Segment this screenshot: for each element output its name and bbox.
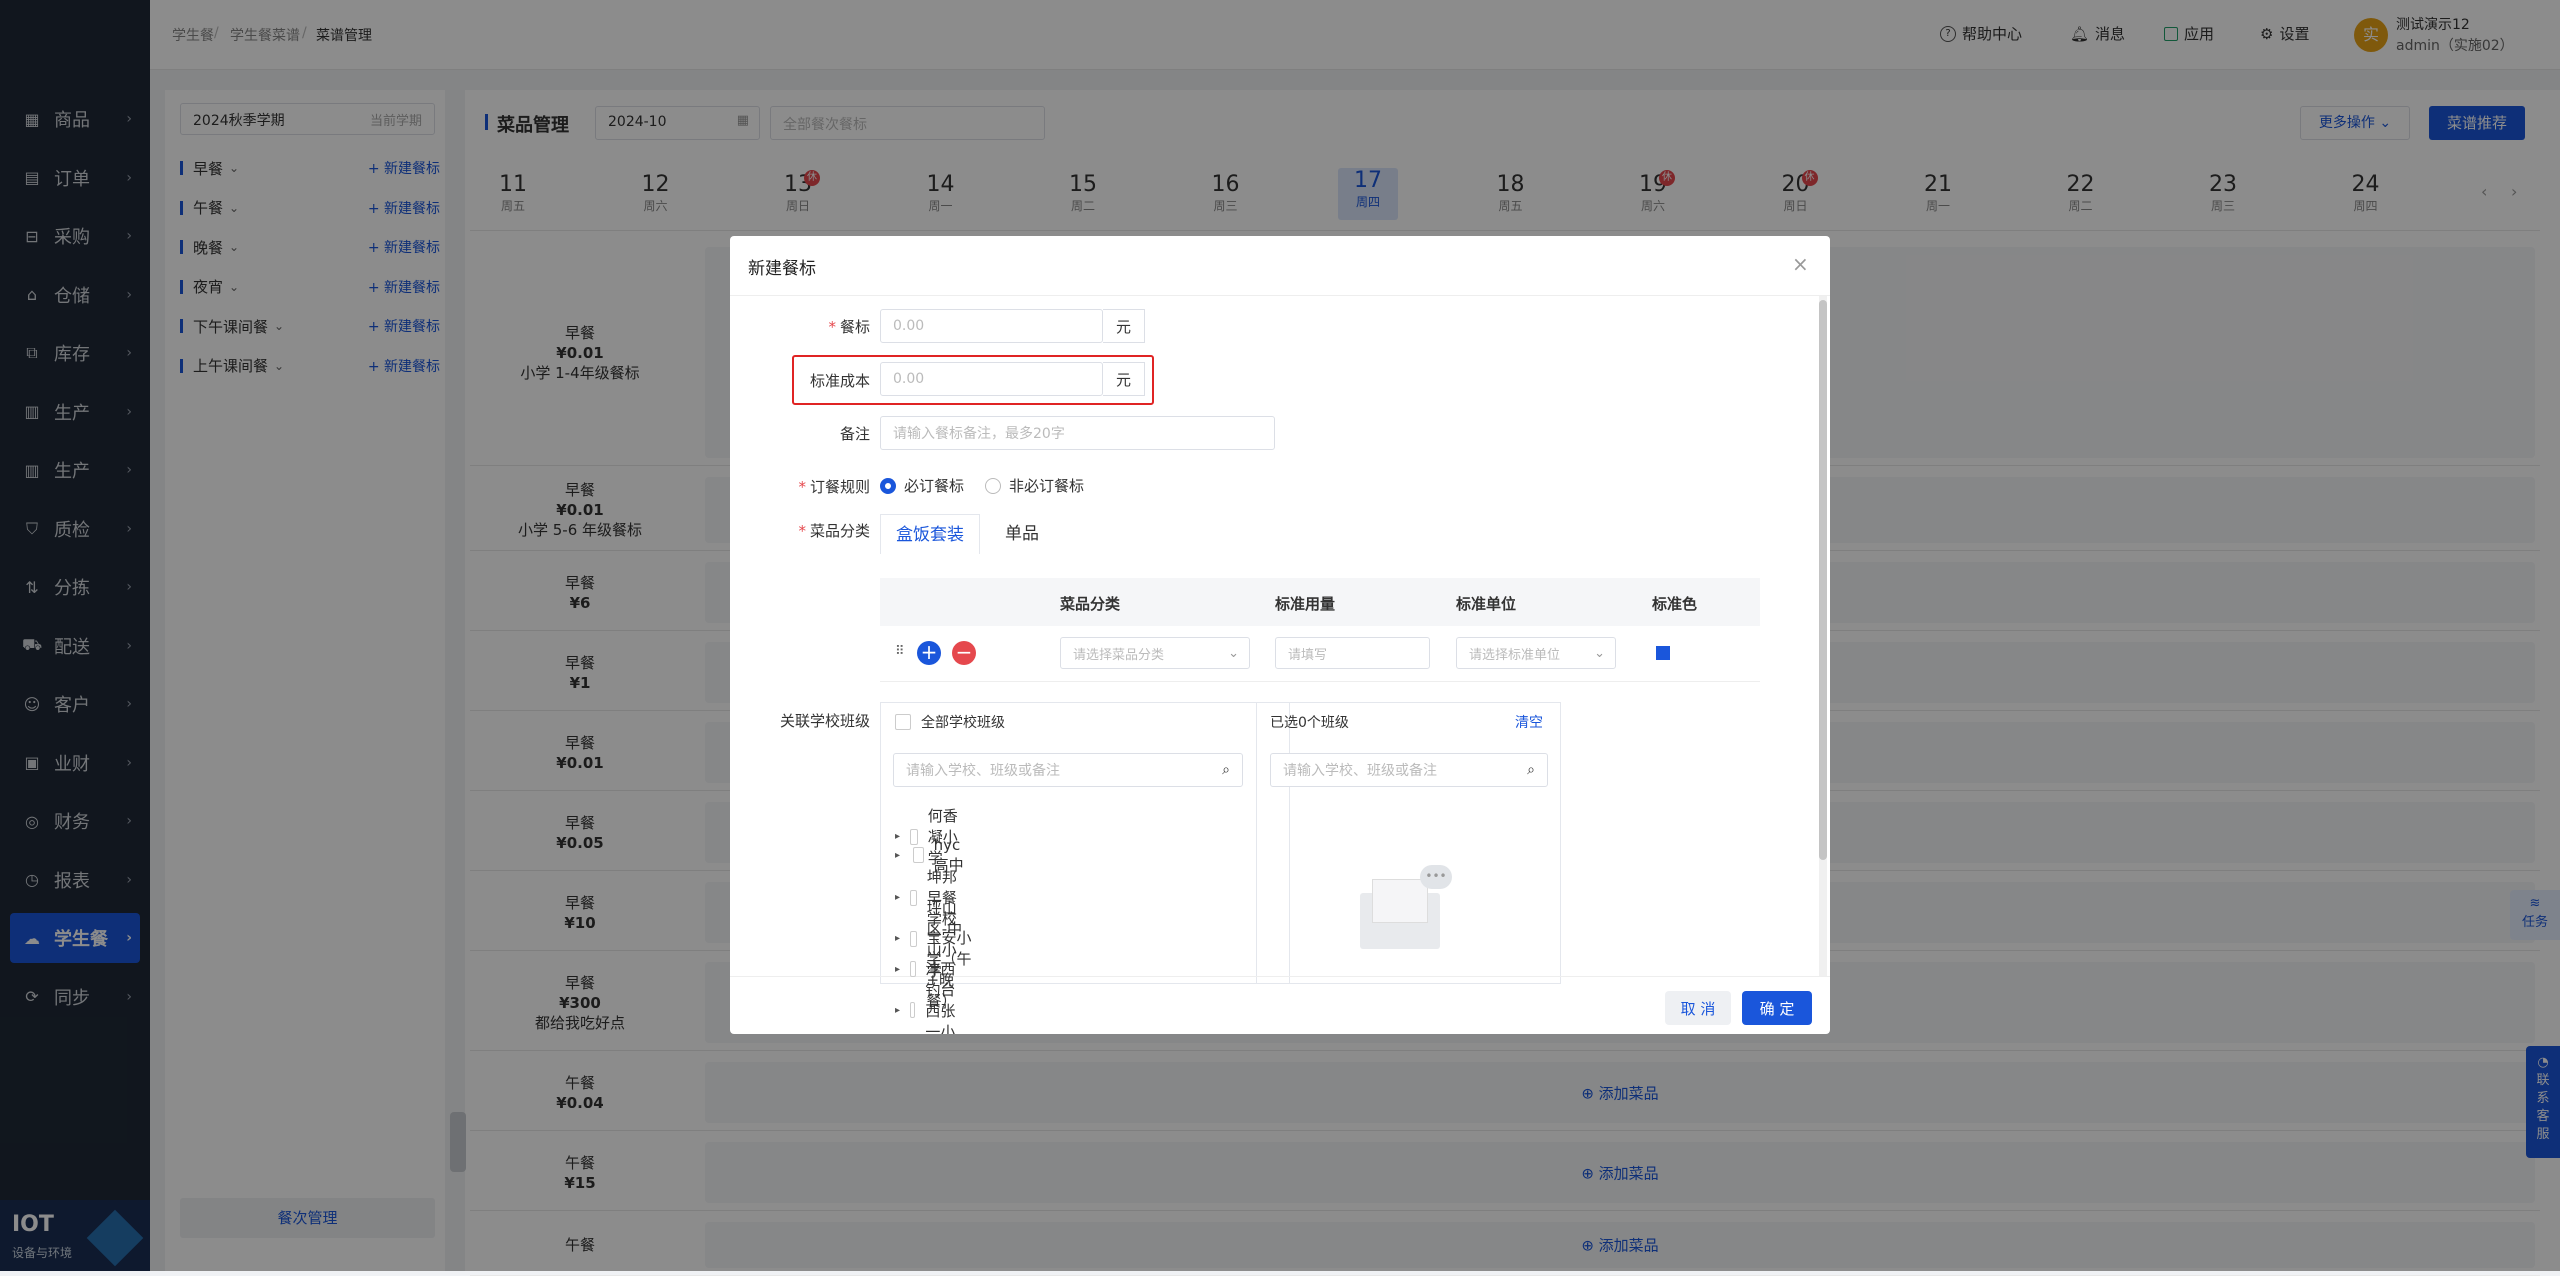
dish-category-label: * 菜品分类: [798, 522, 870, 540]
dialog-scrollbar-thumb[interactable]: [1819, 300, 1827, 860]
amount-input[interactable]: 请填写: [1275, 637, 1430, 669]
expand-caret-icon[interactable]: ▸: [895, 850, 903, 861]
cancel-button[interactable]: 取 消: [1665, 991, 1731, 1025]
drag-handle-icon[interactable]: ⠿: [895, 644, 905, 659]
price-unit: 元: [1103, 309, 1145, 343]
schools-label: 关联学校班级: [779, 712, 870, 730]
remove-row-button[interactable]: −: [952, 641, 976, 665]
row-divider: [880, 681, 1760, 682]
unit-select[interactable]: 请选择标准单位 ⌄: [1456, 637, 1616, 669]
school-name: 沣西钓台西张一小学: [925, 959, 956, 1035]
radio-checked-icon: [880, 477, 896, 494]
standard-cost-input[interactable]: 0.00: [880, 362, 1103, 396]
price-input[interactable]: 0.00: [880, 309, 1103, 343]
new-meal-standard-dialog: 新建餐标 × * 餐标 0.00 元 标准成本 0.00 元 备注 请输入餐标备注…: [730, 236, 1830, 1034]
standard-color-swatch[interactable]: [1656, 646, 1670, 660]
chevron-down-icon: ⌄: [1594, 645, 1605, 661]
col-unit: 标准单位: [1456, 595, 1517, 613]
note-label: 备注: [839, 425, 870, 443]
search-icon: ⌕: [1222, 762, 1230, 778]
cost-unit: 元: [1103, 362, 1145, 396]
col-amount: 标准用量: [1275, 595, 1336, 613]
school-checkbox[interactable]: [910, 1002, 916, 1018]
radio-unchecked-icon: [985, 477, 1001, 494]
standard-cost-label: 标准成本: [809, 372, 870, 390]
left-search-input[interactable]: 请输入学校、班级或备注 ⌕: [893, 753, 1243, 787]
tab-box-set[interactable]: 盒饭套装: [880, 514, 980, 554]
school-checkbox[interactable]: [912, 847, 924, 863]
search-icon: ⌕: [1527, 762, 1535, 778]
col-category: 菜品分类: [1060, 595, 1121, 613]
dialog-title: 新建餐标: [748, 259, 816, 279]
all-classes-checkbox[interactable]: 全部学校班级: [895, 712, 1005, 732]
expand-caret-icon[interactable]: ▸: [895, 1005, 900, 1016]
price-label: * 餐标: [828, 318, 870, 336]
school-tree-item[interactable]: ▸ 沣西钓台西张一小学: [895, 958, 958, 1035]
rule-required-radio[interactable]: 必订餐标: [880, 475, 964, 496]
add-row-button[interactable]: +: [917, 641, 941, 665]
chevron-down-icon: ⌄: [1228, 645, 1239, 661]
tab-single[interactable]: 单品: [982, 514, 1062, 554]
empty-state-icon: •••: [1360, 865, 1452, 951]
rule-optional-radio[interactable]: 非必订餐标: [985, 475, 1084, 496]
note-input[interactable]: 请输入餐标备注，最多20字: [880, 416, 1275, 450]
right-search-input[interactable]: 请输入学校、班级或备注 ⌕: [1270, 753, 1548, 787]
confirm-button[interactable]: 确 定: [1742, 991, 1812, 1025]
dialog-divider: [730, 295, 1830, 296]
col-color: 标准色: [1652, 595, 1698, 613]
order-rule-label: * 订餐规则: [798, 478, 870, 496]
dish-category-select[interactable]: 请选择菜品分类 ⌄: [1060, 637, 1250, 669]
close-icon[interactable]: ×: [1792, 252, 1809, 276]
